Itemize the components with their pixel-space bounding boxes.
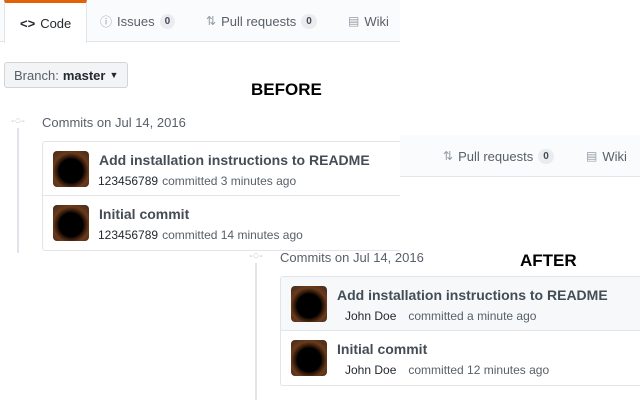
- tab-wiki[interactable]: ▤ Wiki: [586, 135, 627, 177]
- commit-row[interactable]: Initial commit John Doe committed 12 minu…: [281, 331, 640, 385]
- commits-date-header: Commits on Jul 14, 2016: [42, 115, 186, 130]
- pull-request-icon: ⇅: [206, 14, 217, 28]
- code-icon: <>: [20, 15, 36, 31]
- commit-title[interactable]: Initial commit: [99, 206, 189, 222]
- avatar[interactable]: [291, 286, 327, 322]
- book-icon: ▤: [348, 14, 360, 28]
- commit-author[interactable]: John Doe: [345, 363, 396, 377]
- pull-requests-count: 0: [301, 13, 317, 29]
- avatar[interactable]: [53, 151, 89, 187]
- repo-tabs: <> Code ⓘ Issues 0 ⇅ Pull requests 0 ▤ Wiki: [0, 0, 400, 43]
- commit-title[interactable]: Add installation instructions to README: [99, 152, 370, 168]
- commit-row[interactable]: Initial commit 123456789 committed 14 min…: [43, 196, 400, 250]
- timeline-line: [17, 128, 19, 253]
- commit-author[interactable]: John Doe: [345, 309, 396, 323]
- book-icon: ▤: [586, 149, 598, 163]
- after-label: AFTER: [520, 251, 577, 270]
- timeline-line: [255, 263, 257, 400]
- commit-author[interactable]: 123456789: [98, 174, 158, 188]
- avatar[interactable]: [53, 205, 89, 241]
- commit-title[interactable]: Add installation instructions to README: [337, 287, 608, 303]
- caret-down-icon: ▼: [109, 70, 119, 80]
- before-label: BEFORE: [251, 80, 322, 99]
- commit-row[interactable]: Add installation instructions to README …: [281, 277, 640, 331]
- tab-pull-requests[interactable]: ⇅ Pull requests 0: [443, 135, 554, 177]
- commit-time: committed 12 minutes ago: [408, 363, 550, 377]
- commit-list: Add installation instructions to README …: [280, 276, 640, 386]
- pull-requests-count: 0: [538, 148, 554, 164]
- issues-count: 0: [159, 13, 176, 29]
- commit-author[interactable]: 123456789: [98, 228, 158, 242]
- tab-code[interactable]: <> Code: [4, 0, 88, 43]
- pull-request-icon: ⇅: [443, 149, 454, 163]
- commit-time: committed a minute ago: [408, 309, 537, 323]
- tab-pull-requests[interactable]: ⇅ Pull requests 0: [206, 0, 317, 42]
- commit-row[interactable]: Add installation instructions to README …: [43, 142, 400, 196]
- tab-wiki[interactable]: ▤ Wiki: [348, 0, 389, 42]
- comparison-stage: <> Code ⓘ Issues 0 ⇅ Pull requests 0 ▤ Wiki Br…: [0, 0, 640, 400]
- before-screenshot: <> Code ⓘ Issues 0 ⇅ Pull requests 0 ▤ Wiki Br…: [0, 0, 400, 253]
- commit-time: committed 3 minutes ago: [162, 174, 297, 188]
- commit-list: Add installation instructions to README …: [42, 141, 400, 251]
- commit-time: committed 14 minutes ago: [162, 228, 303, 242]
- issue-icon: ⓘ: [100, 14, 113, 29]
- commit-icon: -○-: [11, 115, 25, 127]
- avatar[interactable]: [291, 340, 327, 376]
- tab-issues[interactable]: ⓘ Issues 0: [100, 0, 176, 42]
- branch-select[interactable]: Branch: master ▼: [4, 62, 128, 88]
- commit-title[interactable]: Initial commit: [337, 341, 427, 357]
